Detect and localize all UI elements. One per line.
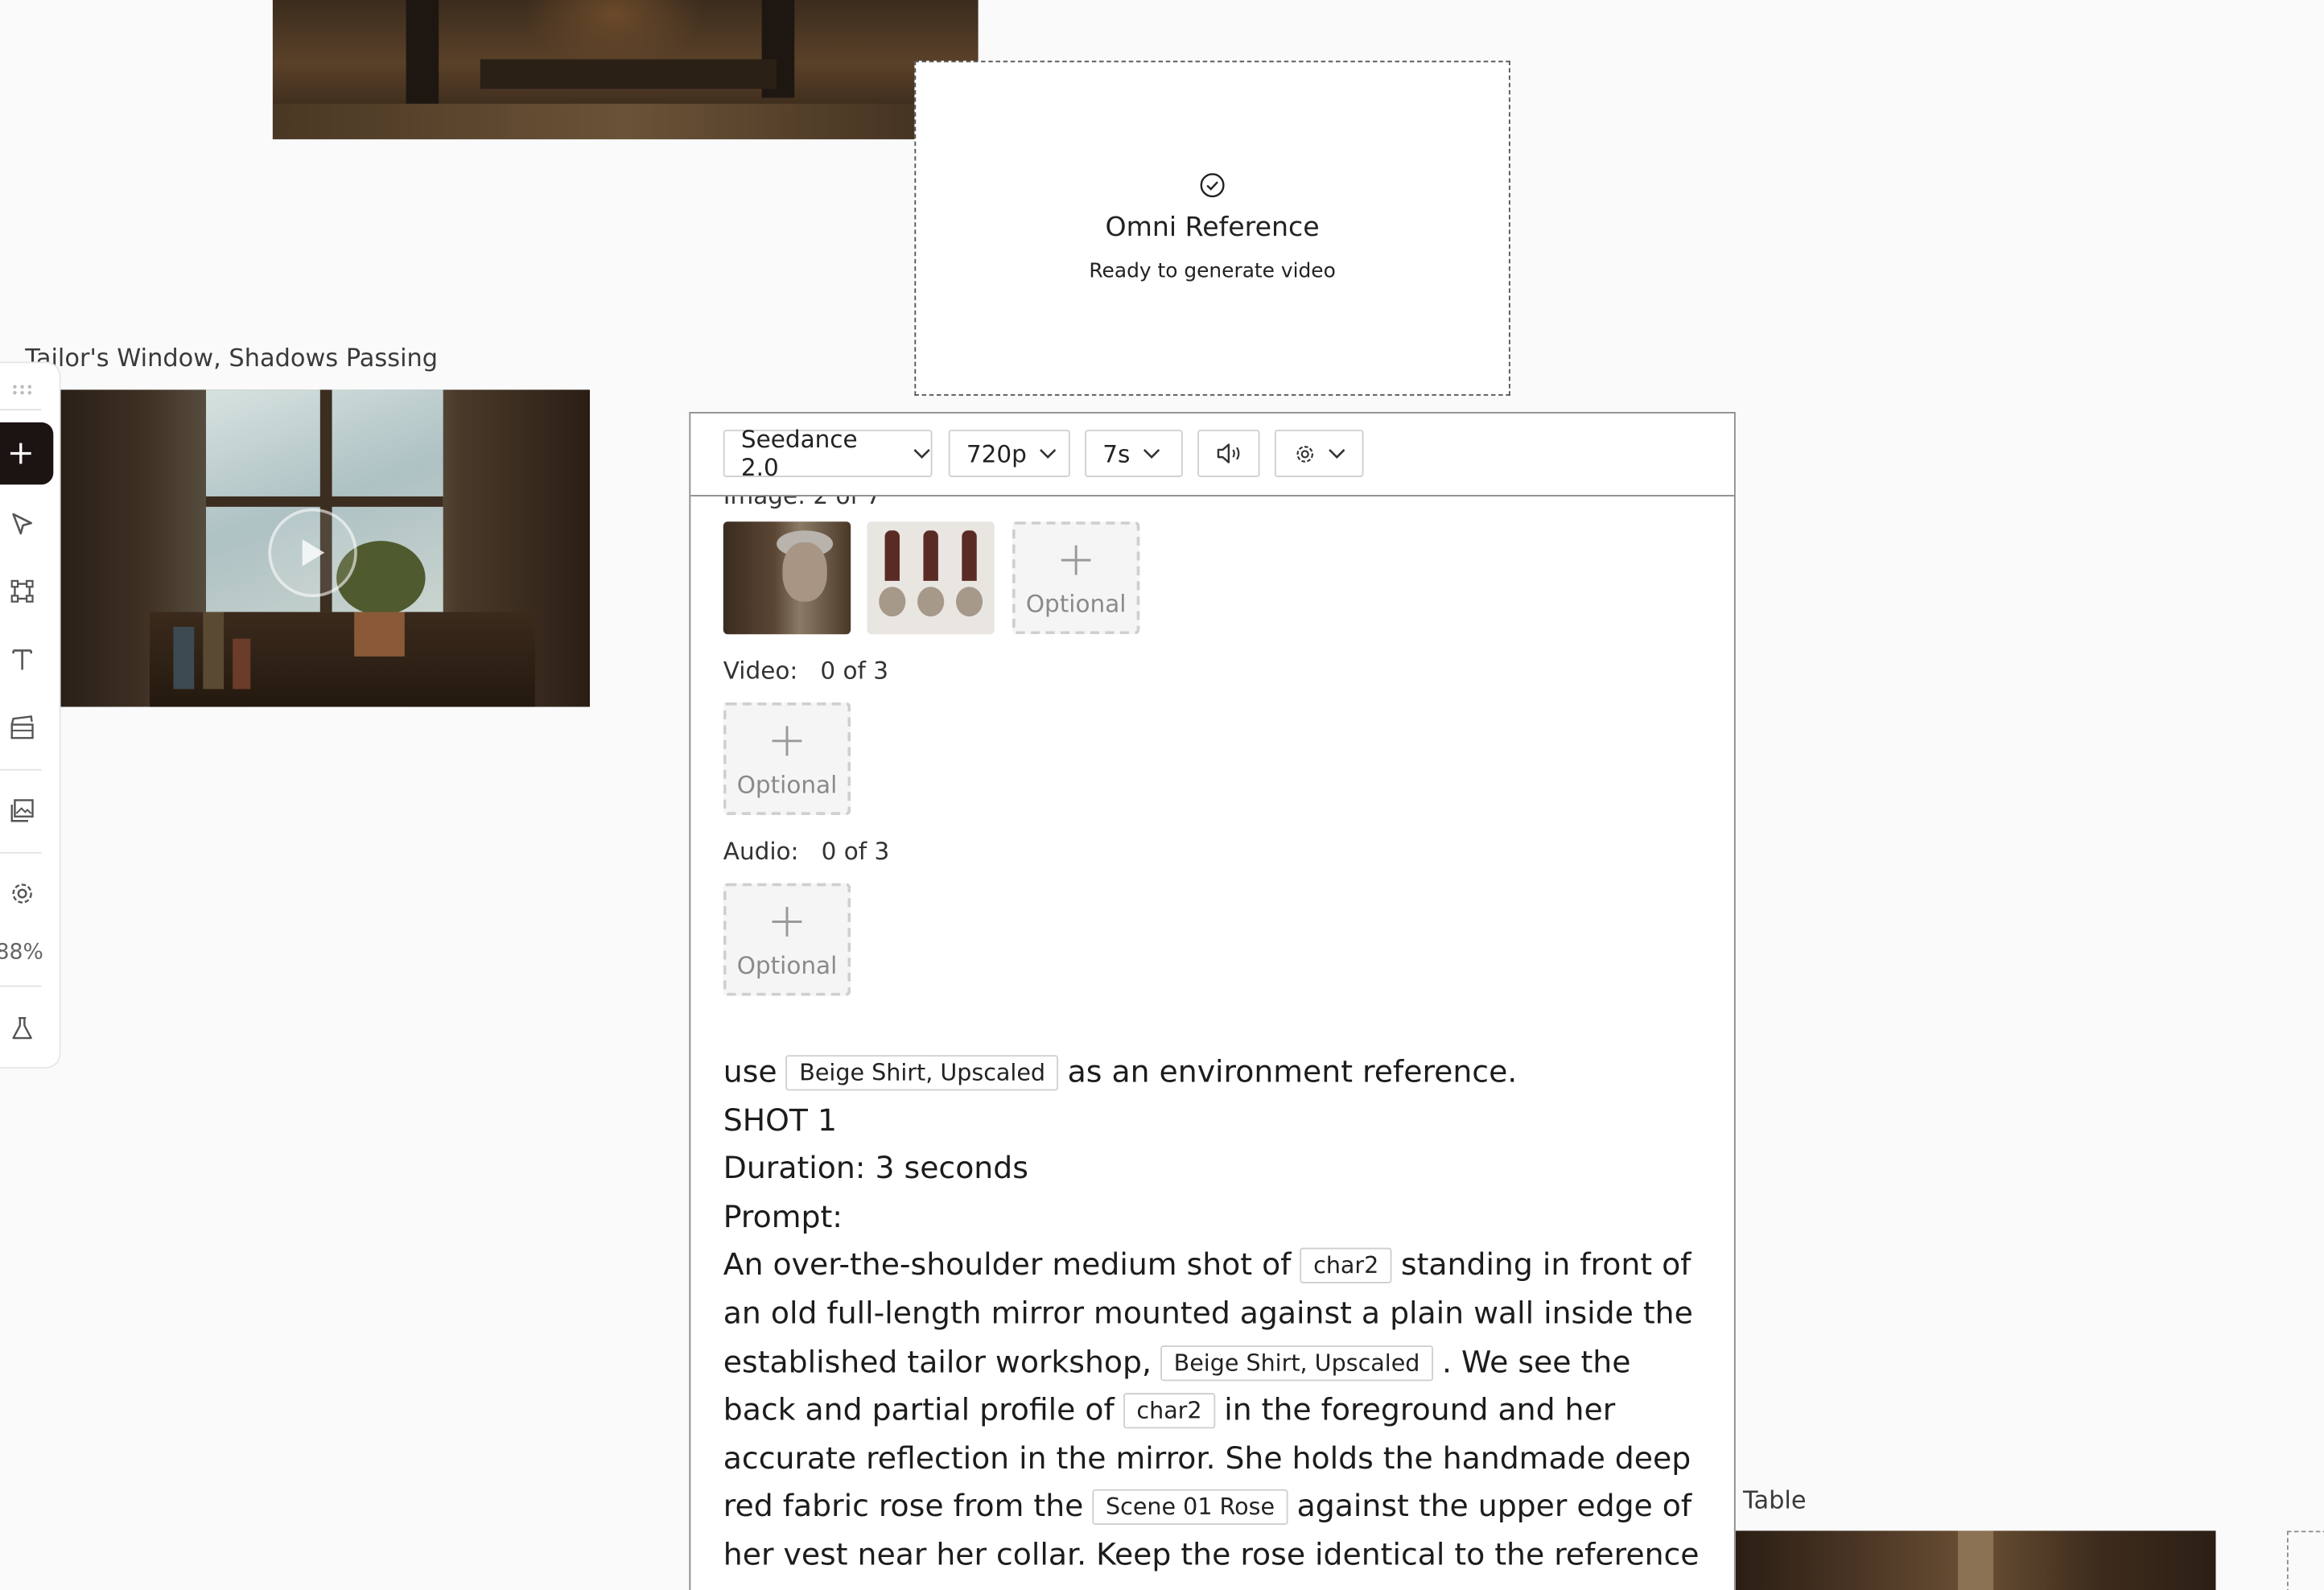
panel-scroll-area[interactable]: Image: 2 of 7 Optional Video: 0 of 3 Opt… xyxy=(690,496,1734,1590)
model-select[interactable]: Seedance 2.0 xyxy=(723,426,933,482)
chevron-down-icon xyxy=(1142,447,1160,459)
model-value: Seedance 2.0 xyxy=(740,425,858,482)
add-video-slot[interactable]: Optional xyxy=(723,702,851,815)
node-title-table: Table xyxy=(1742,1486,1807,1515)
zoom-level[interactable]: 88% xyxy=(0,941,43,964)
audio-count-label: Audio: 0 of 3 xyxy=(723,837,890,866)
select-arrow-icon[interactable] xyxy=(0,509,44,542)
plus-icon xyxy=(10,443,31,464)
resolution-select[interactable]: 720p xyxy=(948,430,1070,477)
panel-toolbar: Seedance 2.0 720p 7s xyxy=(690,413,1734,496)
frame-icon[interactable] xyxy=(0,575,44,608)
duration-value: 7s xyxy=(1102,439,1131,468)
plus-icon xyxy=(1060,538,1093,580)
omni-reference-node[interactable]: Omni Reference Ready to generate video xyxy=(914,60,1510,396)
prompt-text: An over-the-shoulder medium shot of xyxy=(723,1246,1292,1283)
lab-flask-icon[interactable] xyxy=(0,1012,44,1045)
add-image-slot[interactable]: Optional xyxy=(1012,521,1140,635)
plus-icon xyxy=(771,900,804,942)
chevron-down-icon xyxy=(1039,447,1057,459)
prompt-text: Prompt: xyxy=(723,1198,843,1234)
omni-status: Ready to generate video xyxy=(1089,259,1336,283)
image-gallery-icon[interactable] xyxy=(0,794,44,827)
reference-tag[interactable]: Scene 01 Rose xyxy=(1092,1489,1288,1526)
audio-toggle-button[interactable] xyxy=(1197,430,1260,477)
gear-icon[interactable] xyxy=(0,877,44,910)
prompt-editor[interactable]: use Beige Shirt, Upscaled as an environmen… xyxy=(723,1048,1708,1590)
reference-image-thumbnail[interactable] xyxy=(723,521,851,635)
chevron-down-icon xyxy=(913,447,931,459)
canvas-image-workshop-top[interactable] xyxy=(272,0,979,140)
speaker-icon xyxy=(1217,443,1240,463)
play-icon[interactable] xyxy=(268,508,357,598)
optional-label: Optional xyxy=(1025,589,1127,618)
omni-title: Omni Reference xyxy=(1105,212,1320,244)
reference-image-thumbnail[interactable] xyxy=(867,521,995,635)
image-count-label: Image: 2 of 7 xyxy=(723,496,881,510)
optional-label: Optional xyxy=(736,950,838,979)
gear-icon xyxy=(1296,445,1313,462)
add-audio-slot[interactable]: Optional xyxy=(723,883,851,996)
left-toolbar: 88% xyxy=(0,361,61,1069)
clapperboard-icon[interactable] xyxy=(0,711,44,744)
reference-tag[interactable]: char2 xyxy=(1123,1393,1216,1429)
prompt-text: use xyxy=(723,1053,777,1090)
grip-icon[interactable] xyxy=(0,378,44,402)
generation-panel: Seedance 2.0 720p 7s Image: 2 of 7 xyxy=(689,411,1736,1590)
plus-icon xyxy=(771,719,804,761)
add-button[interactable] xyxy=(0,422,54,485)
prompt-text: SHOT 1 xyxy=(723,1102,837,1138)
video-count-label: Video: 0 of 3 xyxy=(723,656,889,685)
check-circle-icon xyxy=(1200,173,1225,198)
chevron-down-icon xyxy=(1328,447,1345,459)
duration-select[interactable]: 7s xyxy=(1085,430,1183,477)
prompt-text: as an environment reference. xyxy=(1067,1053,1518,1090)
prompt-text: Duration: 3 seconds xyxy=(723,1150,1028,1186)
canvas-image-table[interactable] xyxy=(1735,1530,2216,1590)
reference-tag[interactable]: Beige Shirt, Upscaled xyxy=(785,1055,1059,1091)
canvas-node-placeholder[interactable] xyxy=(2286,1530,2324,1590)
reference-tag[interactable]: char2 xyxy=(1300,1248,1392,1284)
reference-tag[interactable]: Beige Shirt, Upscaled xyxy=(1160,1345,1433,1381)
optional-label: Optional xyxy=(736,769,838,798)
settings-dropdown[interactable] xyxy=(1274,430,1364,477)
text-icon[interactable] xyxy=(0,643,44,676)
node-title-tailors-window: Tailor's Window, Shadows Passing xyxy=(25,344,439,373)
resolution-value: 720p xyxy=(966,439,1027,468)
